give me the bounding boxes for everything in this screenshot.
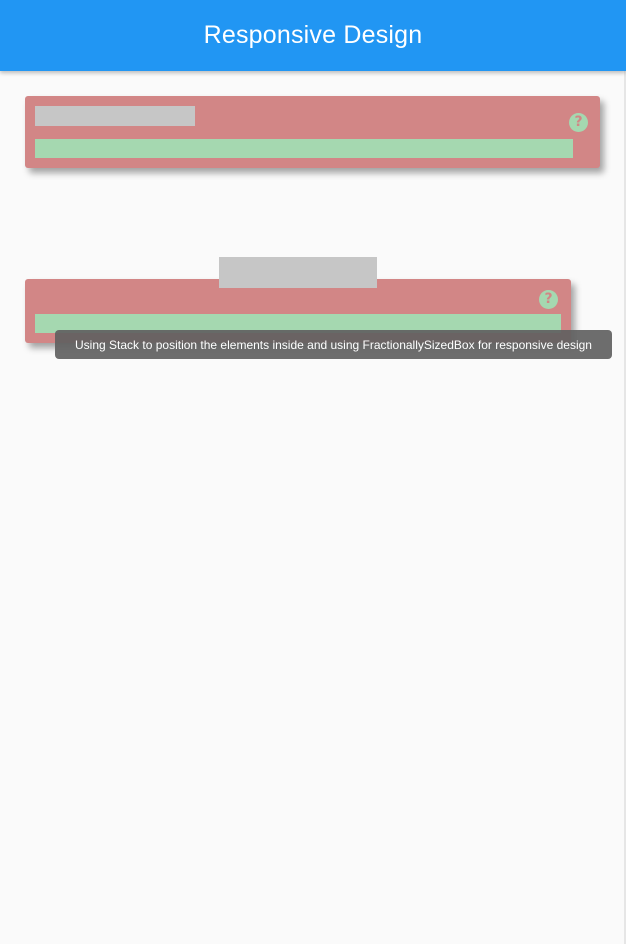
- app-bar: Responsive Design: [0, 0, 626, 71]
- tooltip: Using Stack to position the elements ins…: [55, 330, 612, 359]
- grey-placeholder-bar: [35, 106, 195, 126]
- page-title: Responsive Design: [203, 21, 423, 49]
- responsive-card: ?: [25, 96, 600, 168]
- green-progress-bar: [35, 139, 573, 158]
- help-icon[interactable]: ?: [539, 290, 558, 309]
- help-icon[interactable]: ?: [569, 113, 588, 132]
- grey-placeholder-bar: [219, 257, 377, 288]
